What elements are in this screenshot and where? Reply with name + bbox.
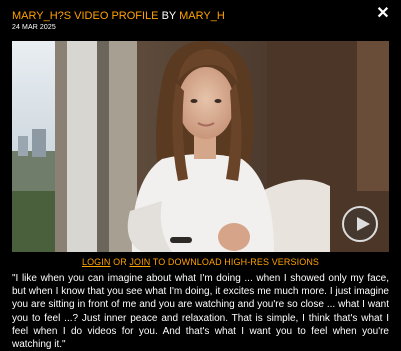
login-link[interactable]: LOGIN [82, 257, 111, 267]
video-thumbnail [12, 41, 389, 252]
title-user: MARY_H?S VIDEO PROFILE [12, 10, 159, 22]
or-text: OR [113, 257, 127, 267]
download-prompt: LOGIN OR JOIN TO DOWNLOAD HIGH-RES VERSI… [0, 257, 401, 267]
title-by: BY [161, 10, 177, 22]
download-text: TO DOWNLOAD HIGH-RES VERSIONS [152, 257, 320, 267]
profile-quote: "I like when you can imagine about what … [12, 273, 389, 351]
video-player[interactable] [12, 41, 389, 252]
page-title: MARY_H?S VIDEO PROFILE BY MARY_H [12, 9, 371, 23]
play-icon[interactable] [342, 206, 378, 242]
title-author: MARY_H [179, 10, 225, 22]
close-icon[interactable]: ✕ [375, 5, 391, 23]
profile-header: MARY_H?S VIDEO PROFILE BY MARY_H 24 MAR … [12, 9, 371, 31]
video-date: 24 MAR 2025 [12, 24, 56, 31]
join-link[interactable]: JOIN [129, 257, 150, 267]
